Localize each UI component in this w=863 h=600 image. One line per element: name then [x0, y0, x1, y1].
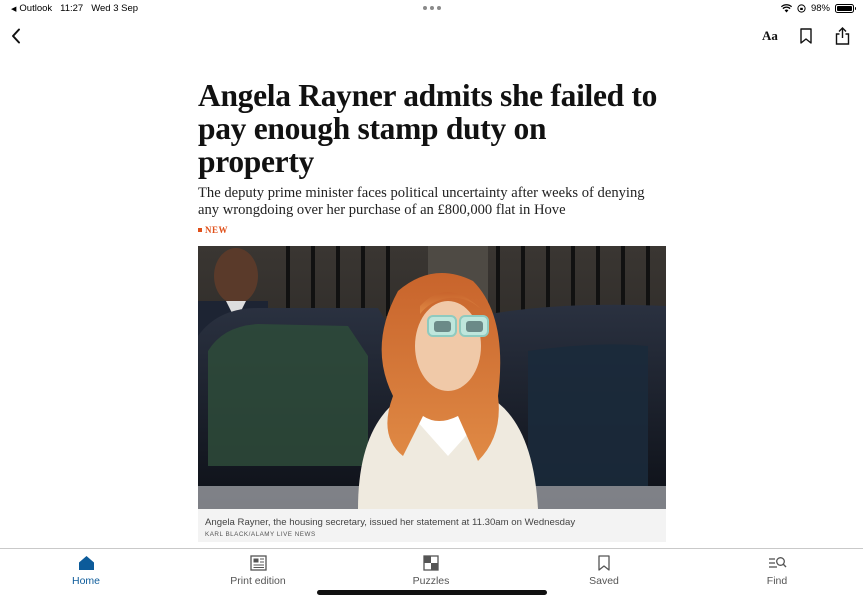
- tab-home[interactable]: Home: [31, 555, 141, 587]
- headline: Angela Rayner admits she failed to pay e…: [198, 78, 658, 179]
- photo-credit: KARL BLACK/ALAMY LIVE NEWS: [205, 531, 316, 538]
- new-badge-label: NEW: [205, 225, 229, 235]
- tab-puzzles[interactable]: Puzzles: [376, 555, 486, 587]
- article-photo[interactable]: [198, 246, 666, 509]
- battery-percent: 98%: [810, 3, 830, 14]
- share-button[interactable]: [833, 26, 851, 46]
- article-header: Angela Rayner admits she failed to pay e…: [198, 79, 666, 235]
- standfirst: The deputy prime minister faces politica…: [198, 185, 645, 218]
- bookmark-icon: [598, 555, 610, 571]
- battery-icon: [835, 4, 856, 13]
- status-left: ◀ Outlook 11:27 Wed 3 Sep: [11, 3, 138, 14]
- tab-find[interactable]: Find: [722, 555, 832, 587]
- tab-saved[interactable]: Saved: [549, 555, 659, 587]
- photo-illustration: [198, 246, 666, 509]
- back-button[interactable]: [6, 24, 26, 48]
- status-date: Wed 3 Sep: [91, 3, 139, 14]
- tab-find-label: Find: [766, 575, 788, 587]
- search-list-icon: [768, 557, 786, 568]
- status-time: 11:27: [60, 3, 84, 14]
- status-bar: ◀ Outlook 11:27 Wed 3 Sep 98%: [0, 0, 863, 18]
- tab-home-label: Home: [71, 575, 100, 587]
- bookmark-icon: [800, 28, 812, 44]
- tab-saved-label: Saved: [589, 575, 619, 587]
- multitasking-dots-icon[interactable]: [423, 2, 441, 10]
- font-size-button[interactable]: Aa: [761, 28, 779, 44]
- tab-print-edition[interactable]: Print edition: [203, 555, 313, 587]
- status-right: 98%: [780, 3, 856, 14]
- newspaper-icon: [249, 555, 267, 571]
- new-badge: NEW: [198, 225, 666, 235]
- share-icon: [835, 27, 849, 45]
- badge-square-icon: [198, 228, 202, 232]
- bookmark-button[interactable]: [797, 26, 815, 46]
- chevron-left-icon: [12, 28, 20, 44]
- caption-text: Angela Rayner, the housing secretary, is…: [205, 517, 576, 528]
- puzzle-grid-icon: [423, 555, 439, 571]
- battery-level: [837, 6, 852, 11]
- wifi-icon: [780, 4, 792, 13]
- back-to-app-icon[interactable]: ◀: [11, 5, 16, 13]
- top-nav: Aa: [0, 22, 863, 52]
- photo-caption: Angela Rayner, the housing secretary, is…: [198, 509, 666, 542]
- home-icon: [78, 556, 94, 570]
- tab-print-edition-label: Print edition: [230, 575, 286, 587]
- tab-puzzles-label: Puzzles: [412, 575, 450, 587]
- home-indicator[interactable]: [317, 590, 547, 595]
- nav-actions: Aa: [761, 26, 851, 46]
- orientation-lock-icon: [797, 4, 806, 13]
- back-to-app-label[interactable]: Outlook: [19, 3, 52, 14]
